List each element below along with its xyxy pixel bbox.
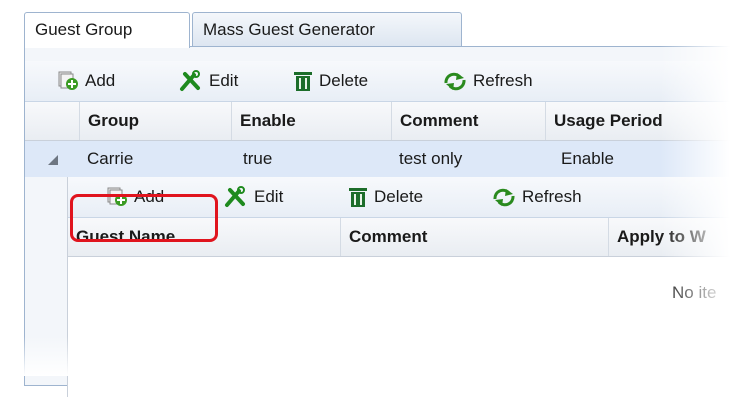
edit-icon <box>180 70 200 91</box>
column-header-usage-period[interactable]: Usage Period <box>545 102 730 140</box>
column-header-comment[interactable]: Comment <box>340 218 608 256</box>
delete-icon <box>349 188 367 207</box>
guest-table-body: No ite <box>68 257 730 397</box>
refresh-guest-button[interactable]: Refresh <box>492 177 582 217</box>
tab-mass-guest-generator[interactable]: Mass Guest Generator <box>192 12 462 46</box>
refresh-label: Refresh <box>473 71 533 90</box>
refresh-group-button[interactable]: Refresh <box>443 61 533 101</box>
delete-label: Delete <box>374 187 424 206</box>
delete-guest-button[interactable]: Delete <box>348 177 423 217</box>
delete-label: Delete <box>319 71 369 90</box>
cell-usage-period: Enable <box>561 149 614 168</box>
column-header-enable[interactable]: Enable <box>231 102 391 140</box>
column-header-comment[interactable]: Comment <box>391 102 545 140</box>
tab-guest-group[interactable]: Guest Group <box>24 12 190 48</box>
empty-message: No ite <box>672 283 717 302</box>
edit-guest-button[interactable]: Edit <box>224 177 283 217</box>
edit-label: Edit <box>209 71 239 90</box>
delete-group-button[interactable]: Delete <box>293 61 368 101</box>
column-header-group[interactable]: Group <box>79 102 231 140</box>
cell-enable: true <box>243 149 273 168</box>
expand-collapse-icon[interactable] <box>47 154 59 166</box>
refresh-icon <box>493 188 515 207</box>
add-label: Add <box>85 71 116 90</box>
tab-label: Mass Guest Generator <box>203 20 375 39</box>
cell-comment: test only <box>399 149 463 168</box>
group-table-header: Group Enable Comment Usage Period <box>25 102 730 141</box>
refresh-icon <box>444 72 466 91</box>
table-row[interactable]: Carrie true test only Enable <box>25 141 730 177</box>
group-toolbar: Add Edit Delete Refresh <box>25 61 730 102</box>
add-icon <box>58 71 78 90</box>
edit-group-button[interactable]: Edit <box>179 61 238 101</box>
edit-icon <box>225 186 245 207</box>
add-button-highlight <box>70 194 218 242</box>
cell-group: Carrie <box>87 149 134 168</box>
column-header-apply-to[interactable]: Apply to W <box>608 218 730 256</box>
tab-label: Guest Group <box>35 20 133 39</box>
edit-label: Edit <box>254 187 284 206</box>
add-group-button[interactable]: Add <box>57 61 115 101</box>
refresh-label: Refresh <box>522 187 582 206</box>
delete-icon <box>294 72 312 91</box>
